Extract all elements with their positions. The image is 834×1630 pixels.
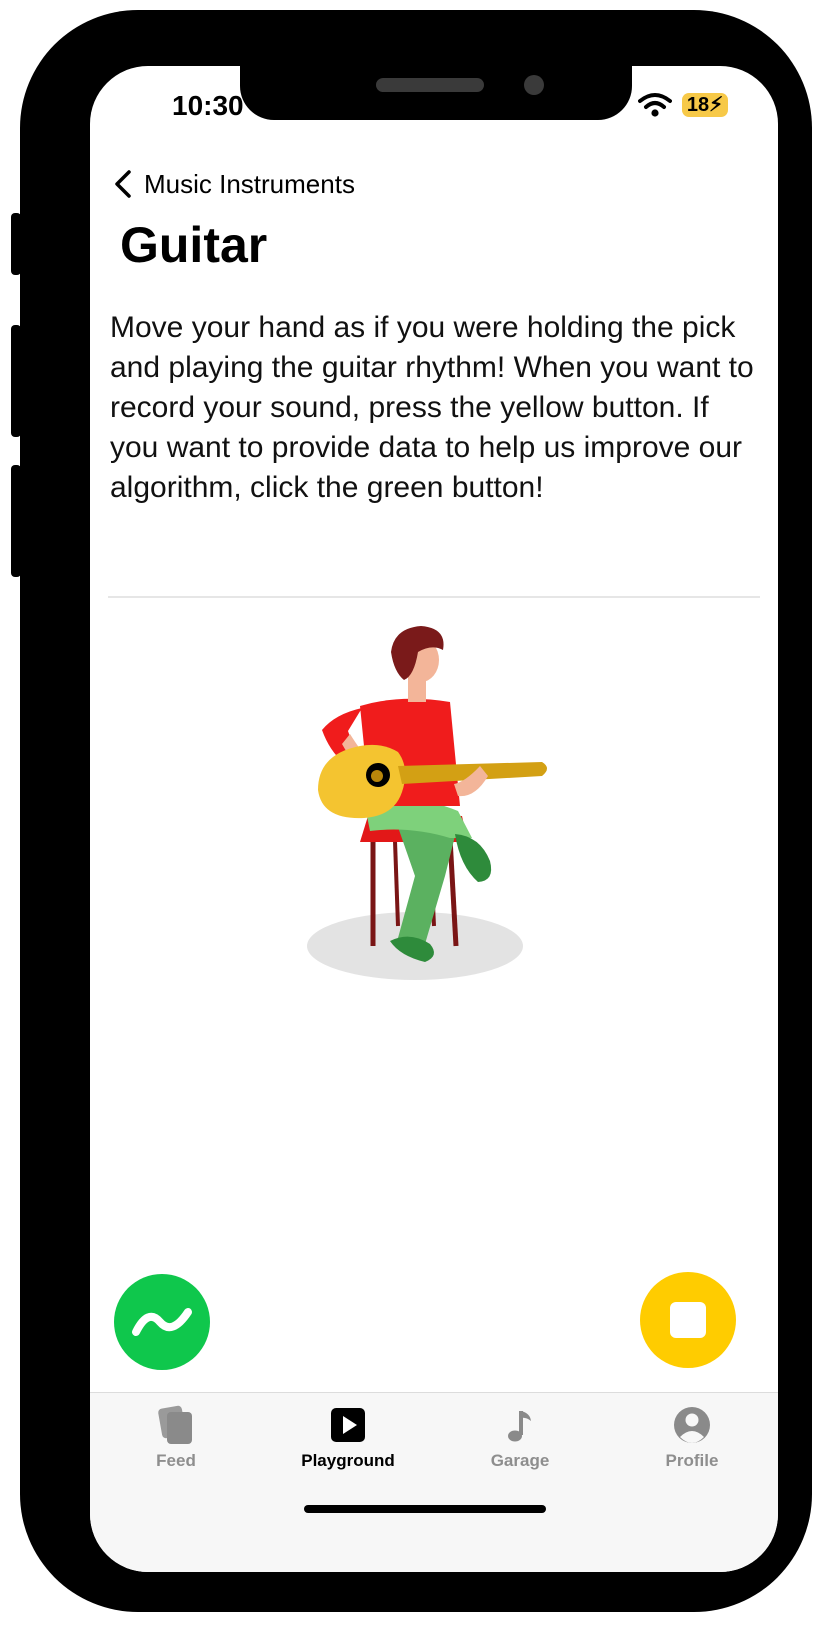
power-button (786, 362, 796, 546)
tab-profile[interactable]: Profile (606, 1403, 778, 1483)
chevron-left-icon (115, 170, 131, 198)
cards-icon (158, 1405, 192, 1444)
tab-bar: Feed Playground Garage Profile (90, 1392, 778, 1572)
mute-switch (11, 213, 21, 275)
play-icon (331, 1408, 365, 1442)
data-collection-button[interactable] (114, 1274, 210, 1370)
record-button[interactable] (640, 1272, 736, 1368)
back-label: Music Instruments (144, 168, 355, 199)
notch (240, 66, 632, 120)
screen: 10:30 18⚡︎ Music Instruments Guitar Move… (90, 66, 778, 1572)
person-circle-icon (674, 1407, 710, 1443)
volume-down-button (11, 465, 21, 577)
tab-label-profile: Profile (665, 1451, 719, 1470)
instructions-text: Move your hand as if you were holding th… (110, 311, 754, 504)
tab-label-feed: Feed (156, 1451, 196, 1470)
tab-garage[interactable]: Garage (434, 1403, 606, 1483)
charging-bolt-icon: ⚡︎ (709, 94, 724, 116)
guitar-player-illustration (307, 626, 547, 980)
front-camera (524, 75, 544, 95)
tab-label-garage: Garage (490, 1451, 550, 1470)
wifi-icon (638, 93, 672, 117)
tab-label-playground: Playground (301, 1451, 395, 1470)
stop-icon (670, 1302, 706, 1338)
battery-indicator: 18⚡︎ (682, 93, 728, 117)
tab-feed[interactable]: Feed (90, 1403, 262, 1483)
status-time: 10:30 (172, 90, 244, 121)
volume-up-button (11, 325, 21, 437)
tab-playground[interactable]: Playground (262, 1403, 434, 1483)
squiggle-icon (132, 1308, 192, 1336)
phone-frame: 10:30 18⚡︎ Music Instruments Guitar Move… (11, 10, 812, 1612)
battery-level: 18 (686, 94, 710, 116)
home-indicator[interactable] (304, 1505, 546, 1513)
music-note-icon (508, 1411, 531, 1442)
page-title: Guitar (120, 217, 268, 273)
back-button[interactable]: Music Instruments (112, 164, 355, 204)
speaker (376, 78, 484, 92)
divider (108, 596, 760, 598)
